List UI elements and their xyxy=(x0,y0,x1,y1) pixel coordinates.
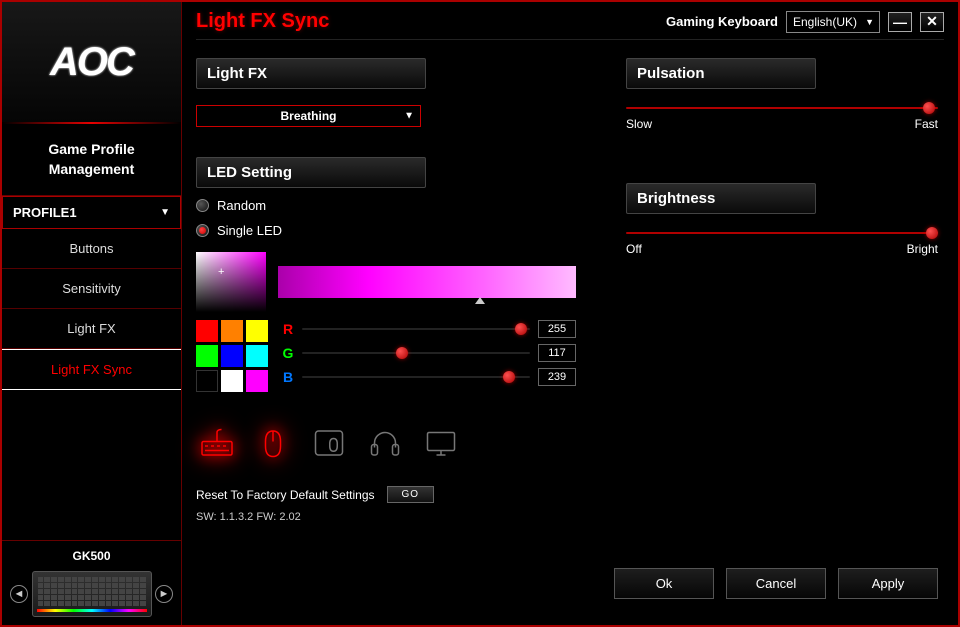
profile-selected-label: PROFILE1 xyxy=(13,205,77,220)
radio-single-led[interactable]: Single LED xyxy=(196,223,576,238)
sidebar-item-light-fx-sync[interactable]: Light FX Sync xyxy=(2,349,181,390)
device-model: GK500 xyxy=(2,540,181,567)
game-profile-management[interactable]: Game Profile Management xyxy=(2,124,181,196)
sidebar-item-light-fx[interactable]: Light FX xyxy=(2,309,181,349)
radio-icon xyxy=(196,224,209,237)
language-select[interactable]: English(UK) ▼ xyxy=(786,11,880,33)
pulsation-max-label: Fast xyxy=(915,117,938,131)
chevron-down-icon: ▼ xyxy=(160,207,170,218)
minimize-button[interactable]: — xyxy=(888,12,912,32)
sidebar: AOC Game Profile Management PROFILE1 ▼ B… xyxy=(2,2,182,625)
light-fx-mode-label: Breathing xyxy=(280,109,336,123)
apply-button[interactable]: Apply xyxy=(838,568,938,599)
device-name: Gaming Keyboard xyxy=(666,14,778,29)
radio-icon xyxy=(196,199,209,212)
led-setting-header: LED Setting xyxy=(196,157,426,188)
radio-random-label: Random xyxy=(217,198,266,213)
brightness-slider[interactable] xyxy=(626,232,938,234)
g-value[interactable]: 117 xyxy=(538,344,576,362)
g-label: G xyxy=(282,345,294,361)
reset-label: Reset To Factory Default Settings xyxy=(196,488,375,502)
chevron-down-icon: ▼ xyxy=(865,17,874,27)
profile-select[interactable]: PROFILE1 ▼ xyxy=(2,196,181,229)
reset-go-button[interactable]: GO xyxy=(387,486,435,503)
pulsation-min-label: Slow xyxy=(626,117,652,131)
light-fx-header: Light FX xyxy=(196,58,426,89)
swatch-magenta[interactable] xyxy=(246,370,268,392)
radio-single-label: Single LED xyxy=(217,223,282,238)
device-thumbnail[interactable] xyxy=(32,571,152,617)
swatch-yellow[interactable] xyxy=(246,320,268,342)
swatch-orange[interactable] xyxy=(221,320,243,342)
crosshair-icon: + xyxy=(218,266,224,278)
b-label: B xyxy=(282,369,294,385)
mouse-icon[interactable] xyxy=(252,422,294,464)
r-slider[interactable] xyxy=(302,328,530,330)
next-device-button[interactable]: ► xyxy=(155,585,173,603)
monitor-icon[interactable] xyxy=(420,422,462,464)
headset-icon[interactable] xyxy=(364,422,406,464)
close-button[interactable]: ✕ xyxy=(920,12,944,32)
brand-logo: AOC xyxy=(2,2,181,122)
b-value[interactable]: 239 xyxy=(538,368,576,386)
hue-thumb-icon xyxy=(475,297,485,304)
swatch-white[interactable] xyxy=(221,370,243,392)
r-value[interactable]: 255 xyxy=(538,320,576,338)
pulsation-header: Pulsation xyxy=(626,58,816,89)
pulsation-slider[interactable] xyxy=(626,107,938,109)
swatch-cyan[interactable] xyxy=(246,345,268,367)
mousepad-icon[interactable] xyxy=(308,422,350,464)
page-title: Light FX Sync xyxy=(196,10,329,33)
sidebar-item-sensitivity[interactable]: Sensitivity xyxy=(2,269,181,309)
version-text: SW: 1.1.3.2 FW: 2.02 xyxy=(196,511,576,523)
language-selected-label: English(UK) xyxy=(793,15,857,29)
color-swatches xyxy=(196,320,268,392)
ok-button[interactable]: Ok xyxy=(614,568,714,599)
light-fx-mode-select[interactable]: Breathing ▼ xyxy=(196,105,421,127)
r-label: R xyxy=(282,321,294,337)
radio-random[interactable]: Random xyxy=(196,198,576,213)
color-saturation-value[interactable]: + xyxy=(196,252,266,312)
hue-slider[interactable] xyxy=(278,266,576,298)
brightness-max-label: Bright xyxy=(907,242,938,256)
brightness-header: Brightness xyxy=(626,183,816,214)
brightness-min-label: Off xyxy=(626,242,642,256)
main-panel: Light FX Sync Gaming Keyboard English(UK… xyxy=(182,2,958,625)
prev-device-button[interactable]: ◄ xyxy=(10,585,28,603)
swatch-black[interactable] xyxy=(196,370,218,392)
chevron-down-icon: ▼ xyxy=(404,111,414,122)
b-slider[interactable] xyxy=(302,376,530,378)
g-slider[interactable] xyxy=(302,352,530,354)
swatch-green[interactable] xyxy=(196,345,218,367)
cancel-button[interactable]: Cancel xyxy=(726,568,826,599)
swatch-blue[interactable] xyxy=(221,345,243,367)
keyboard-icon[interactable] xyxy=(196,422,238,464)
swatch-red[interactable] xyxy=(196,320,218,342)
sidebar-item-buttons[interactable]: Buttons xyxy=(2,229,181,269)
